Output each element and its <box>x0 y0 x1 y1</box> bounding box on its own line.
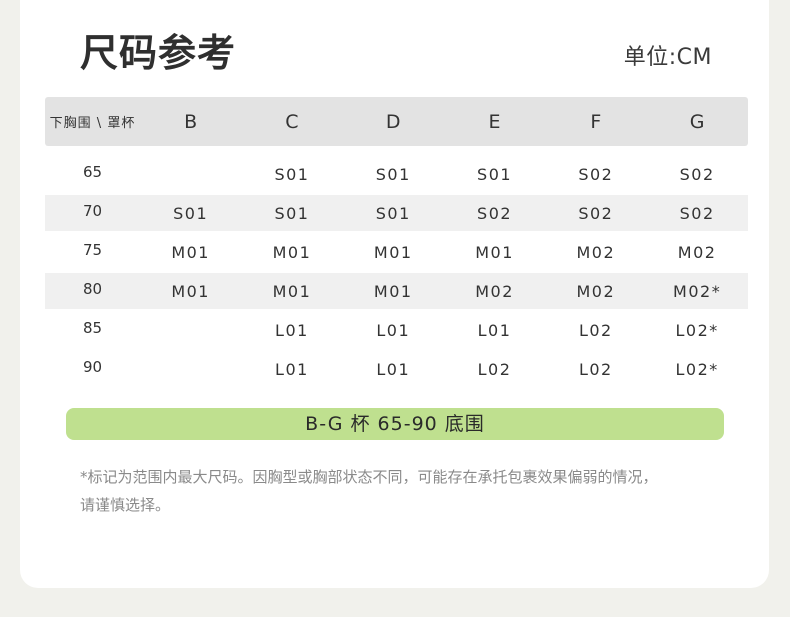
table-row: 85 L01 L01 L01 L02 L02* <box>45 312 748 348</box>
size-cell: M02 <box>677 242 717 262</box>
size-cell: M01 <box>373 281 413 301</box>
size-table: 下胸围 \ 罩杯 B C D E F G 65 S01 S01 S01 S02 … <box>45 97 748 387</box>
size-cell: L02* <box>675 359 719 379</box>
unit-label: 单位:CM <box>623 45 712 70</box>
size-cell: S02 <box>679 203 715 223</box>
size-cell: S01 <box>173 203 209 223</box>
size-cell: S02 <box>578 203 614 223</box>
band-size: 85 <box>82 319 103 337</box>
table-row: 70 S01 S01 S01 S02 S02 S02 <box>45 195 748 231</box>
size-cell: M01 <box>272 242 312 262</box>
table-row: 80 M01 M01 M01 M02 M02 M02* <box>45 273 748 309</box>
cup-header: F <box>590 110 602 133</box>
page-title: 尺码参考 <box>80 31 237 75</box>
size-cell: M01 <box>171 281 210 301</box>
size-cell: L01 <box>376 359 411 379</box>
footnote-line: 请谨慎选择。 <box>80 496 171 514</box>
size-cell: S02 <box>578 164 614 184</box>
cup-header: C <box>285 110 299 133</box>
size-cell: L01 <box>275 320 309 340</box>
size-cell: M02 <box>576 242 616 262</box>
size-card: 尺码参考 单位:CM 下胸围 \ 罩杯 B C D E F G 65 S01 S… <box>20 0 769 588</box>
size-cell: L02 <box>578 320 613 340</box>
size-cell: M01 <box>373 242 413 262</box>
size-cell: M01 <box>475 242 514 262</box>
size-cell: M01 <box>171 242 210 262</box>
table-row: 75 M01 M01 M01 M01 M02 M02 <box>45 234 748 270</box>
band-size: 65 <box>82 163 103 181</box>
size-cell: L01 <box>376 320 411 340</box>
size-cell: S02 <box>477 203 513 223</box>
table-row: 90 L01 L01 L02 L02 L02* <box>45 351 748 387</box>
size-cell: L02 <box>477 359 512 379</box>
size-cell: S02 <box>679 164 715 184</box>
size-cell: S01 <box>477 164 513 184</box>
size-cell: S01 <box>274 203 310 223</box>
band-size: 80 <box>82 280 103 298</box>
table-row: 65 S01 S01 S01 S02 S02 <box>45 156 748 192</box>
size-cell: M02 <box>576 281 616 301</box>
size-cell: M02 <box>475 281 514 301</box>
size-cell: L02 <box>578 359 613 379</box>
size-cell: S01 <box>375 203 411 223</box>
table-header: 下胸围 \ 罩杯 B C D E F G <box>45 97 748 146</box>
footnote-line: *标记为范围内最大尺码。因胸型或胸部状态不同，可能存在承托包裹效果偏弱的情况， <box>80 468 658 486</box>
cup-header: G <box>689 110 705 133</box>
band-size: 90 <box>82 358 103 376</box>
cup-header: D <box>385 110 401 133</box>
size-cell: L02* <box>675 320 719 340</box>
size-cell: M02* <box>673 281 722 301</box>
band-size: 70 <box>82 202 103 220</box>
cup-header: B <box>184 110 198 133</box>
corner-header: 下胸围 \ 罩杯 <box>49 116 136 131</box>
range-banner: B-G 杯 65-90 底围 <box>66 408 724 440</box>
size-cell: M01 <box>272 281 312 301</box>
band-size: 75 <box>82 241 103 259</box>
size-cell: L01 <box>477 320 512 340</box>
size-cell: S01 <box>375 164 411 184</box>
size-cell: L01 <box>275 359 309 379</box>
footnote: *标记为范围内最大尺码。因胸型或胸部状态不同，可能存在承托包裹效果偏弱的情况， … <box>80 463 740 519</box>
cup-header: E <box>488 110 501 133</box>
size-cell: S01 <box>274 164 310 184</box>
